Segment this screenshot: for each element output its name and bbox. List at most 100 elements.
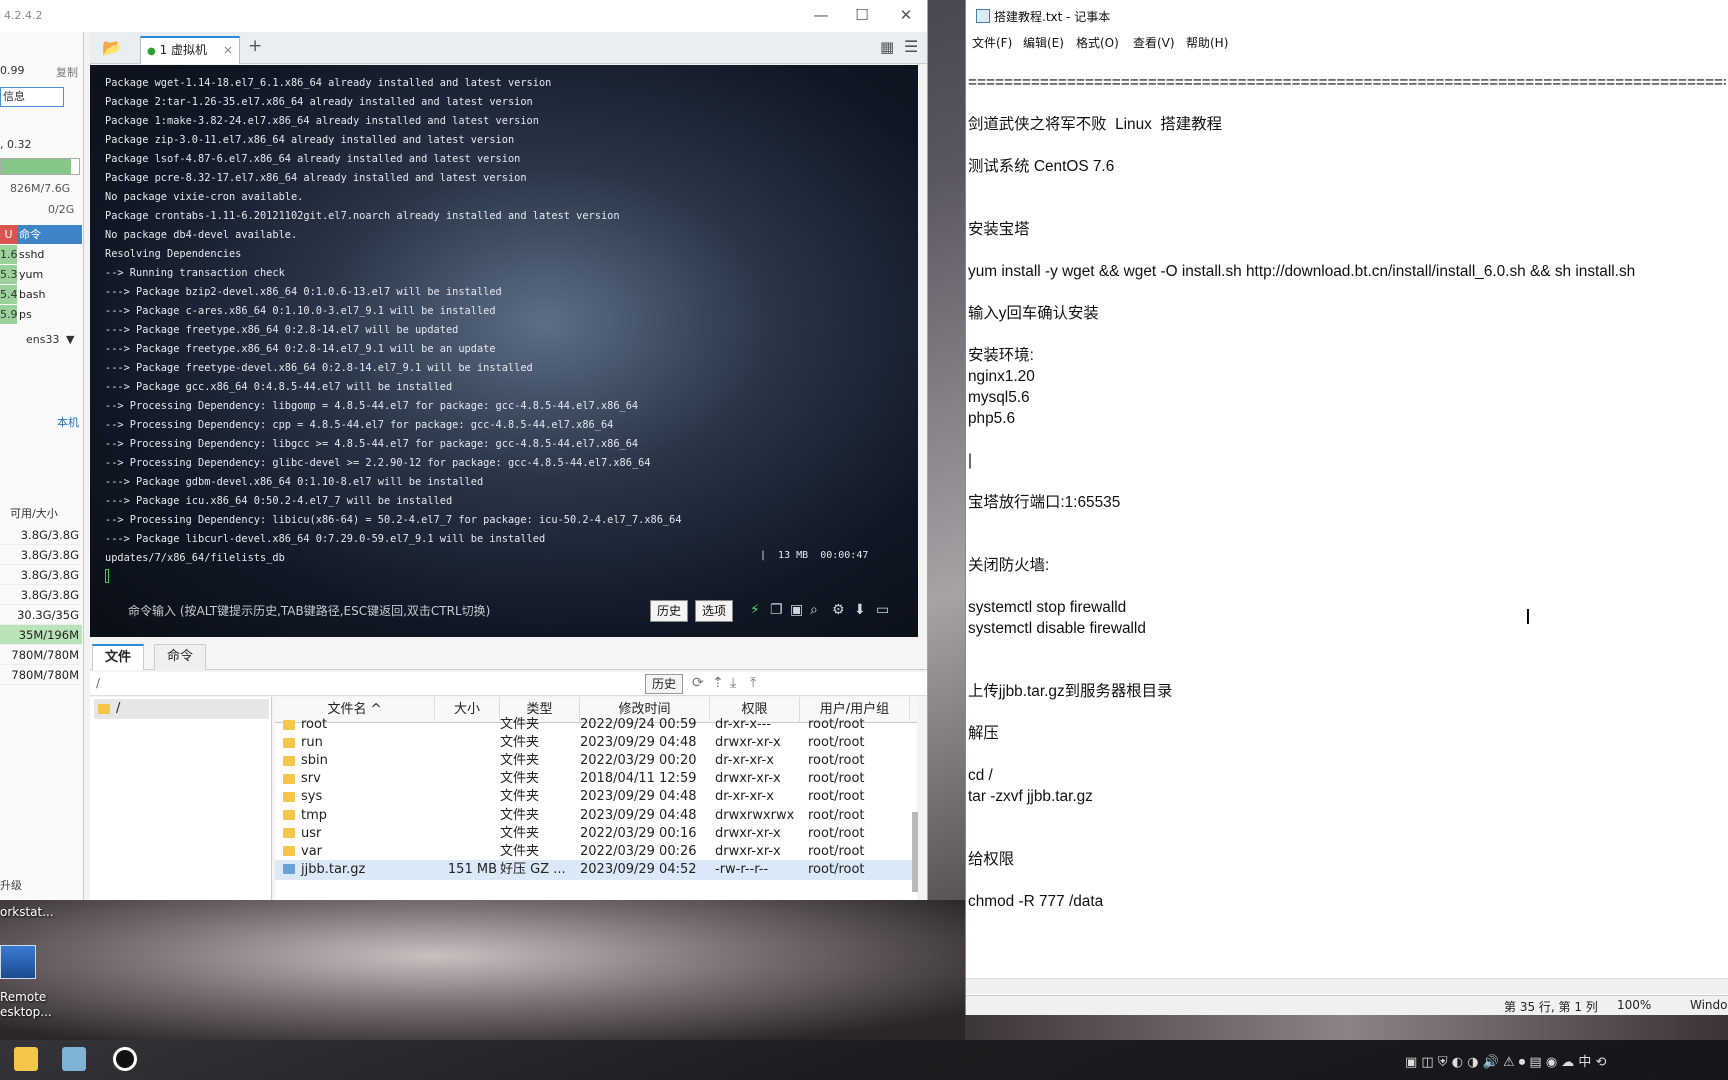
folder-open-icon[interactable]: 📂 [102,38,122,57]
terminal-line: --> Processing Dependency: libgomp = 4.8… [105,400,639,412]
file-row[interactable]: root 文件夹 2022/09/24 00:59 dr-xr-x--- root/ro… [275,715,917,735]
file-name: jjbb.tar.gz [301,861,366,877]
download-icon[interactable]: ⬇ [854,602,866,618]
folder-icon [283,719,295,730]
up-dir-icon[interactable]: ⇡ [712,675,724,691]
remote-desktop-label[interactable]: Remote esktop... [0,990,60,1020]
gear-icon[interactable]: ⚙ [832,602,845,618]
notepad-titlebar[interactable]: 搭建教程.txt - 记事本 [966,0,1728,32]
file-size: 151 MB [447,861,497,877]
search-icon[interactable]: ⌕ [810,602,818,618]
cursor-position: 第 35 行, 第 1 列 [1504,1000,1598,1014]
menu-help[interactable]: 帮助(H) [1186,34,1228,51]
finalshell-taskbar-icon[interactable] [62,1047,86,1071]
tree-root-item[interactable]: / [94,699,269,719]
file-row[interactable]: usr 文件夹 2022/03/29 00:16 drwxr-xr-x root/roo… [275,824,917,844]
disk-row: 3.8G/3.8G [0,545,82,565]
process-row[interactable]: 1.6 sshd [0,245,82,264]
path-input[interactable]: / [96,676,100,690]
file-type: 文件夹 [500,735,540,751]
refresh-icon[interactable]: ⟳ [692,675,704,691]
file-mtime: 2018/04/11 12:59 [580,771,697,787]
file-explorer-icon[interactable] [14,1047,38,1071]
chevron-down-icon[interactable]: ▼ [66,333,74,351]
process-row[interactable]: 5.9 ps [0,305,82,324]
file-row[interactable]: tmp 文件夹 2023/09/29 04:48 drwxrwxrwx root/roo… [275,806,917,826]
menu-edit[interactable]: 编辑(E) [1023,34,1064,51]
download-file-icon[interactable]: ⤓ [730,675,736,691]
notepad-text-area[interactable]: ========================================… [968,72,1726,977]
tab-close-icon[interactable]: × [223,38,233,62]
record-icon[interactable] [113,1047,137,1071]
file-name: root [301,717,328,732]
file-row[interactable]: run 文件夹 2023/09/29 04:48 drwxr-xr-x root/roo… [275,733,917,753]
upgrade-link[interactable]: 升级 [0,877,22,895]
file-perm: dr-xr-xr-x [715,789,774,805]
file-mtime: 2022/09/24 00:59 [580,717,697,732]
memory-usage: 826M/7.6G [10,182,71,195]
file-mtime: 2023/09/29 04:52 [580,861,697,877]
paste-icon[interactable]: ▣ [790,602,803,618]
add-tab-button[interactable]: + [248,36,262,56]
cpu-usage-bar [0,158,80,175]
bottom-tabbar: 文件 命令 [90,640,927,670]
process-header[interactable]: U 命令 [0,225,82,244]
ip-value: 0.99 [0,64,25,77]
menu-view[interactable]: 查看(V) [1133,34,1175,51]
download-status: | 13 MB 00:00:47 [760,550,869,561]
zoom-level: 100% [1617,998,1652,1012]
file-row[interactable]: srv 文件夹 2018/04/11 12:59 drwxr-xr-x root/roo… [275,769,917,789]
history-button[interactable]: 历史 [650,600,689,622]
maximize-button[interactable]: ☐ [849,6,875,24]
grid-view-icon[interactable]: ▦ [880,38,894,56]
command-input-hint[interactable]: 命令输入 (按ALT键提示历史,TAB键路径,ESC键返回,双击CTRL切换) [128,602,490,619]
horizontal-scrollbar[interactable] [966,978,1728,994]
file-row[interactable]: var 文件夹 2022/03/29 00:26 drwxr-xr-x root/roo… [275,842,917,862]
options-button[interactable]: 选项 [695,600,734,622]
tab-commands[interactable]: 命令 [154,644,207,670]
file-mtime: 2022/03/29 00:16 [580,825,697,841]
menu-icon[interactable]: ☰ [904,37,918,56]
terminal-line: ---> Package freetype.x86_64 0:2.8-14.el… [105,324,459,336]
tab-session-vm[interactable]: ● 1 虚拟机 × [140,36,240,64]
menu-format[interactable]: 格式(O) [1076,34,1119,51]
upload-file-icon[interactable]: ⤒ [750,675,756,691]
close-button[interactable]: ✕ [893,6,919,24]
path-bar: / 历史 ⟳ ⇡ ⤓ ⤒ [90,672,927,696]
terminal[interactable]: Package wget-1.14-18.el7_6.1.x86_64 alre… [90,65,918,637]
copy-link[interactable]: 复制 [56,64,78,82]
desktop-icon-label[interactable]: orkstat... [0,905,54,919]
copy-icon[interactable]: ❐ [770,602,783,618]
net-interface-select[interactable]: ens33 [26,333,59,351]
terminal-line: --> Processing Dependency: glibc-devel >… [105,457,651,469]
session-tabbar: 📂 ● 1 虚拟机 × + ▦ ☰ [90,32,927,64]
disk-row: 3.8G/3.8G [0,525,82,545]
path-history-button[interactable]: 历史 [645,674,684,694]
file-owner: root/root [808,717,865,732]
terminal-line: Package wget-1.14-18.el7_6.1.x86_64 alre… [105,77,552,89]
text-cursor-icon: Ⅰ [1525,605,1531,629]
file-row[interactable]: sbin 文件夹 2022/03/29 00:20 dr-xr-xr-x root/ro… [275,751,917,771]
window-icon[interactable]: ▭ [876,602,889,618]
tray-icons[interactable]: ▣ ◫ ⛨ ◐ ◑ 🔊 ⚠ ⏺ ▤ ◉ ☁ 中 ⟲ [1405,1051,1606,1070]
finalshell-titlebar[interactable]: 4.2.4.2 — ☐ ✕ [0,0,927,32]
file-owner: root/root [808,771,865,787]
local-label[interactable]: 本机 [57,414,79,432]
file-row[interactable]: jjbb.tar.gz 151 MB 好压 GZ ... 2023/09/29 04:… [275,859,917,880]
file-perm: drwxr-xr-x [715,843,781,859]
tab-files[interactable]: 文件 [92,644,145,670]
lightning-icon[interactable]: ⚡ [750,602,760,618]
minimize-button[interactable]: — [808,6,834,24]
process-row[interactable]: 5.3 yum [0,265,82,284]
remote-desktop-icon[interactable] [0,945,36,979]
menu-file[interactable]: 文件(F) [972,34,1012,51]
info-button[interactable]: 信息 [0,87,64,107]
file-table-scrollbar[interactable] [912,812,918,892]
file-row[interactable]: sys 文件夹 2023/09/29 04:48 dr-xr-xr-x root/roo… [275,787,917,807]
notepad-icon [976,9,990,23]
file-owner: root/root [808,861,865,877]
file-mtime: 2022/03/29 00:20 [580,753,697,769]
terminal-line: ---> Package libcurl-devel.x86_64 0:7.29… [105,533,546,545]
process-row[interactable]: 5.4 bash [0,285,82,304]
terminal-line: ---> Package freetype.x86_64 0:2.8-14.el… [105,343,496,355]
